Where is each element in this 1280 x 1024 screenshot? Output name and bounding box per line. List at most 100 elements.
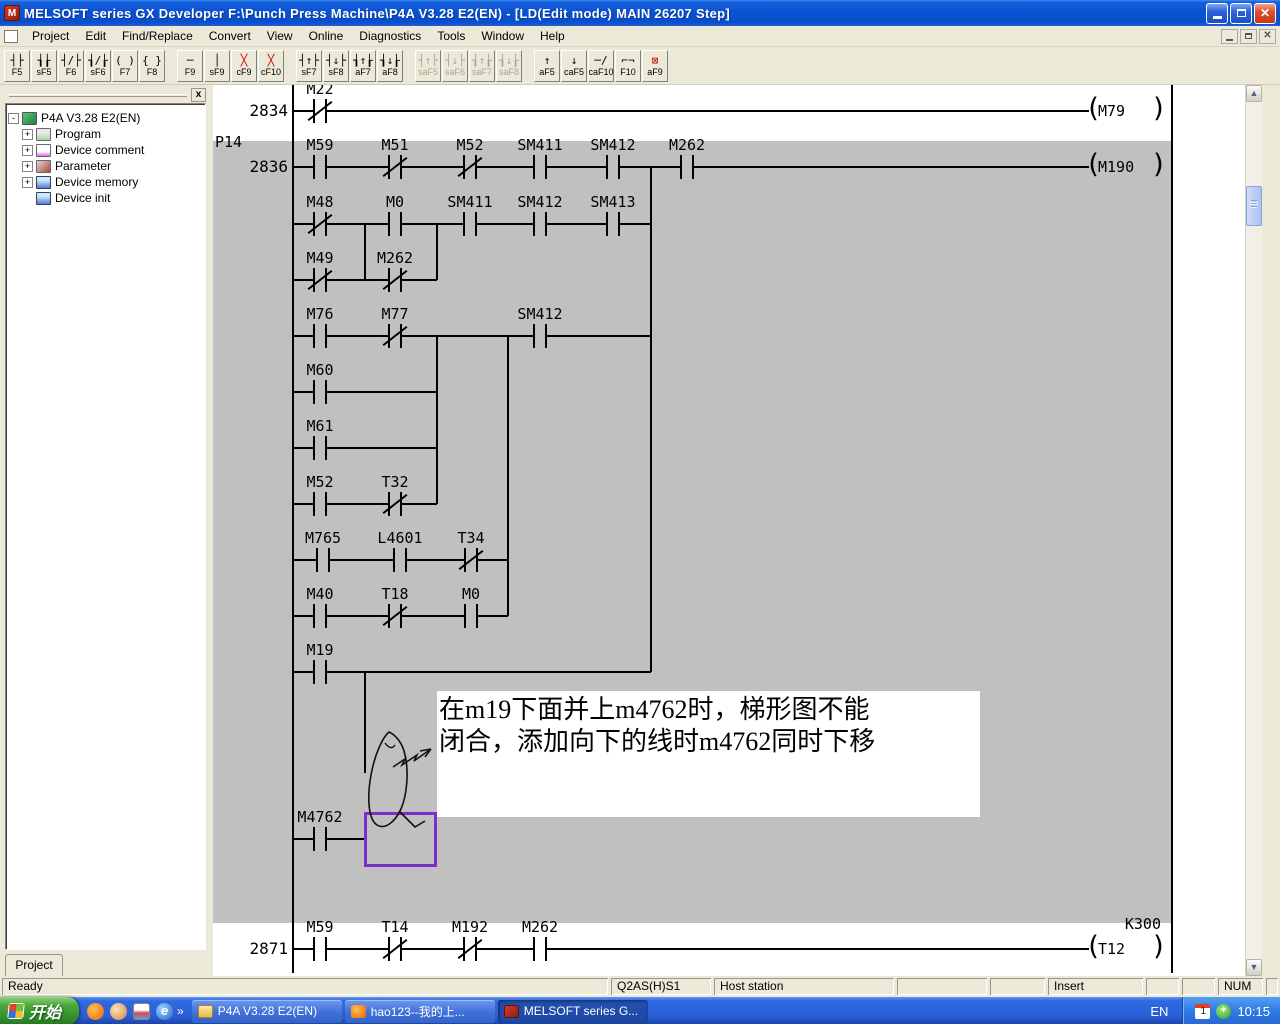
ladder-contact-M0[interactable] (464, 604, 466, 628)
mdi-restore-button[interactable] (1240, 29, 1257, 44)
ladder-contact-M22[interactable] (313, 99, 315, 123)
ladder-coil-M79[interactable]: ()M79 (1085, 95, 1167, 129)
taskbar-button-p4a-v3-28-e2-en-[interactable]: P4A V3.28 E2(EN) (192, 1000, 342, 1023)
tree-expander[interactable]: + (22, 145, 33, 156)
restore-button[interactable] (1230, 3, 1252, 24)
ladder-contact-M51[interactable] (388, 155, 390, 179)
ladder-contact-M262[interactable] (533, 937, 535, 961)
ladder-coil-T12[interactable]: ()T12K300 (1085, 933, 1167, 967)
toolbar-button-aF5[interactable]: ↑aF5 (534, 50, 560, 82)
tree-expander[interactable]: + (22, 161, 33, 172)
toolbar-button-sF9[interactable]: │sF9 (204, 50, 230, 82)
toolbar-button-F6[interactable]: ┤/├F6 (58, 50, 84, 82)
ladder-contact-M0[interactable] (388, 212, 390, 236)
minimize-button[interactable] (1206, 3, 1228, 24)
ladder-contact-M262[interactable] (388, 268, 390, 292)
ladder-contact-M59[interactable] (313, 937, 315, 961)
ladder-contact-T14[interactable] (388, 937, 390, 961)
ladder-contact-M60[interactable] (313, 380, 315, 404)
ladder-contact-T18[interactable] (388, 604, 390, 628)
start-button[interactable]: 开始 (0, 997, 79, 1024)
toolbar-button-sF6[interactable]: ┧/┟sF6 (85, 50, 111, 82)
menu-help[interactable]: Help (532, 27, 573, 45)
toolbar-button-cF10[interactable]: ╳cF10 (258, 50, 284, 82)
quick-launch-overflow[interactable]: » (177, 1004, 184, 1018)
mdi-minimize-button[interactable] (1221, 29, 1238, 44)
sidebar-item-device-init[interactable]: Device init (8, 190, 203, 206)
tree-expander[interactable]: + (22, 177, 33, 188)
ladder-contact-SM413[interactable] (606, 212, 608, 236)
mdi-close-button[interactable]: ✕ (1259, 29, 1276, 44)
ladder-contact-M192[interactable] (463, 937, 465, 961)
ladder-contact-M76[interactable] (313, 324, 315, 348)
firefox-icon[interactable] (87, 1003, 104, 1020)
ladder-contact-M52[interactable] (313, 492, 315, 516)
user-icon[interactable] (110, 1003, 127, 1020)
toolbar-button-cF9[interactable]: ╳cF9 (231, 50, 257, 82)
ladder-contact-M49[interactable] (313, 268, 315, 292)
ladder-contact-T34[interactable] (464, 548, 466, 572)
ladder-contact-M52[interactable] (463, 155, 465, 179)
toolbar-button-sF7[interactable]: ┤↑├sF7 (296, 50, 322, 82)
ladder-contact-SM412[interactable] (606, 155, 608, 179)
toolbar-button-aF8[interactable]: ┧↓┟aF8 (377, 50, 403, 82)
sidebar-item-program[interactable]: +Program (8, 126, 203, 142)
tree-root[interactable]: -P4A V3.28 E2(EN) (8, 110, 203, 126)
menu-find-replace[interactable]: Find/Replace (114, 27, 201, 45)
taskbar-button-hao123-[interactable]: hao123--我的上... (345, 1000, 495, 1023)
menu-diagnostics[interactable]: Diagnostics (351, 27, 429, 45)
ladder-contact-M59[interactable] (313, 155, 315, 179)
language-indicator[interactable]: EN (1136, 1004, 1182, 1019)
ladder-contact-L4601[interactable] (393, 548, 395, 572)
sidebar-item-parameter[interactable]: +Parameter (8, 158, 203, 174)
ladder-contact-SM412[interactable] (533, 324, 535, 348)
tab-project[interactable]: Project (5, 954, 63, 976)
toolbar-button-sF5[interactable]: ┧┟sF5 (31, 50, 57, 82)
toolbar-button-F10[interactable]: ⌐¬F10 (615, 50, 641, 82)
ladder-contact-M4762[interactable] (313, 827, 315, 851)
menu-window[interactable]: Window (473, 27, 532, 45)
toolbar-button-sF8[interactable]: ┤↓├sF8 (323, 50, 349, 82)
child-window-icon[interactable] (4, 30, 18, 43)
toolbar-button-aF7[interactable]: ┧↑┟aF7 (350, 50, 376, 82)
sidebar-close-button[interactable]: x (191, 88, 206, 102)
ladder-contact-M19[interactable] (313, 660, 315, 684)
shield-icon[interactable] (1216, 1004, 1231, 1019)
picture-icon[interactable] (133, 1003, 150, 1020)
sidebar-drag-handle[interactable] (9, 94, 187, 97)
tree-root-expander[interactable]: - (8, 113, 19, 124)
ladder-contact-M48[interactable] (313, 212, 315, 236)
menu-tools[interactable]: Tools (429, 27, 473, 45)
ladder-canvas[interactable]: 2834M22()M79P142836M59M51M52SM411SM412M2… (213, 85, 1245, 976)
menu-convert[interactable]: Convert (201, 27, 259, 45)
tree-expander[interactable]: + (22, 129, 33, 140)
sidebar-item-device-comment[interactable]: +Device comment (8, 142, 203, 158)
calendar-icon[interactable] (1195, 1004, 1210, 1019)
menu-view[interactable]: View (259, 27, 301, 45)
ladder-contact-M61[interactable] (313, 436, 315, 460)
scroll-down-button[interactable]: ▼ (1246, 959, 1262, 976)
toolbar-button-caF5[interactable]: ↓caF5 (561, 50, 587, 82)
ladder-contact-T32[interactable] (388, 492, 390, 516)
sidebar-item-device-memory[interactable]: +Device memory (8, 174, 203, 190)
taskbar-button-melsoft-series-g-[interactable]: MELSOFT series G... (498, 1000, 648, 1023)
ladder-contact-M765[interactable] (316, 548, 318, 572)
toolbar-button-F7[interactable]: ( )F7 (112, 50, 138, 82)
toolbar-button-F8[interactable]: { }F8 (139, 50, 165, 82)
ladder-contact-SM411[interactable] (533, 155, 535, 179)
ladder-contact-M77[interactable] (388, 324, 390, 348)
ladder-contact-SM411[interactable] (463, 212, 465, 236)
scroll-up-button[interactable]: ▲ (1246, 85, 1262, 102)
toolbar-button-F9[interactable]: ─F9 (177, 50, 203, 82)
ladder-contact-SM412[interactable] (533, 212, 535, 236)
menu-online[interactable]: Online (301, 27, 352, 45)
close-button[interactable]: ✕ (1254, 3, 1276, 24)
ie-icon[interactable] (156, 1003, 173, 1020)
menu-project[interactable]: Project (24, 27, 77, 45)
ladder-contact-M40[interactable] (313, 604, 315, 628)
ladder-coil-M190[interactable]: ()M190 (1085, 151, 1167, 185)
menu-edit[interactable]: Edit (77, 27, 114, 45)
toolbar-button-aF9[interactable]: ⊠aF9 (642, 50, 668, 82)
ladder-contact-M262[interactable] (680, 155, 682, 179)
scroll-thumb[interactable] (1246, 186, 1262, 226)
